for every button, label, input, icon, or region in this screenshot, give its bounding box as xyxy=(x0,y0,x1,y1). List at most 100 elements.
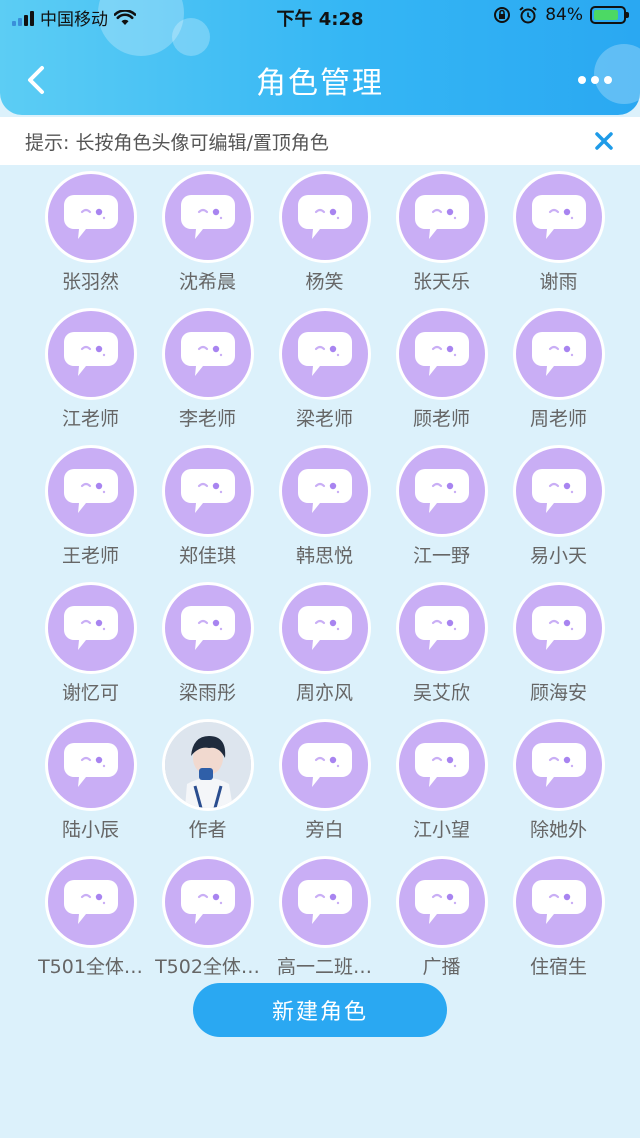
role-avatar[interactable] xyxy=(395,719,488,811)
role-avatar[interactable] xyxy=(161,308,254,400)
role-avatar[interactable] xyxy=(278,171,371,263)
role-avatar[interactable] xyxy=(512,171,605,263)
role-item[interactable]: 梁雨彤 xyxy=(149,579,266,716)
role-avatar[interactable] xyxy=(44,308,137,400)
role-name: 住宿生 xyxy=(529,956,587,978)
tip-banner: 提示: 长按角色头像可编辑/置顶角色 xyxy=(0,117,640,165)
role-name: 郑佳琪 xyxy=(178,545,236,567)
role-item[interactable]: 旁白 xyxy=(266,716,383,853)
role-item[interactable]: 顾老师 xyxy=(383,305,500,442)
role-avatar[interactable] xyxy=(44,582,137,674)
role-avatar[interactable] xyxy=(44,719,137,811)
role-item[interactable]: 高一二班… xyxy=(266,853,383,990)
role-item[interactable]: 沈希晨 xyxy=(149,168,266,305)
chat-bubble-icon xyxy=(531,332,586,376)
role-avatar[interactable] xyxy=(512,308,605,400)
battery-icon xyxy=(590,6,629,24)
role-item[interactable]: 除她外 xyxy=(500,716,617,853)
role-item[interactable]: 梁老师 xyxy=(266,305,383,442)
role-avatar[interactable] xyxy=(278,856,371,948)
role-item[interactable]: 王老师 xyxy=(32,442,149,579)
role-name: 周老师 xyxy=(529,408,587,430)
role-name: 张天乐 xyxy=(412,271,470,293)
role-avatar[interactable] xyxy=(512,582,605,674)
role-item[interactable]: 陆小辰 xyxy=(32,716,149,853)
role-item[interactable]: T501全体… xyxy=(32,853,149,990)
role-avatar[interactable] xyxy=(278,308,371,400)
role-avatar[interactable] xyxy=(278,719,371,811)
role-avatar[interactable] xyxy=(161,582,254,674)
chat-bubble-icon xyxy=(297,743,352,787)
role-avatar[interactable] xyxy=(278,582,371,674)
role-avatar[interactable] xyxy=(395,582,488,674)
chat-bubble-icon xyxy=(63,880,118,924)
role-avatar[interactable] xyxy=(395,445,488,537)
role-item[interactable]: 广播 xyxy=(383,853,500,990)
role-name: 周亦风 xyxy=(295,682,353,704)
role-avatar[interactable] xyxy=(44,445,137,537)
role-name: 梁老师 xyxy=(295,408,353,430)
role-item[interactable]: 易小天 xyxy=(500,442,617,579)
chat-bubble-icon xyxy=(297,332,352,376)
role-avatar[interactable] xyxy=(161,445,254,537)
role-item[interactable]: 顾海安 xyxy=(500,579,617,716)
role-item[interactable]: 住宿生 xyxy=(500,853,617,990)
role-name: 江老师 xyxy=(61,408,119,430)
role-name: 旁白 xyxy=(305,819,344,841)
role-name: 江小望 xyxy=(412,819,470,841)
author-photo xyxy=(164,722,251,808)
role-name: 作者 xyxy=(188,819,227,841)
role-item[interactable]: T502全体… xyxy=(149,853,266,990)
role-item[interactable]: 江小望 xyxy=(383,716,500,853)
chat-bubble-icon xyxy=(531,469,586,513)
role-avatar[interactable] xyxy=(161,171,254,263)
role-item[interactable]: 谢忆可 xyxy=(32,579,149,716)
role-item[interactable]: 作者 xyxy=(149,716,266,853)
role-item[interactable]: 江老师 xyxy=(32,305,149,442)
role-name: T501全体… xyxy=(38,956,143,978)
role-name: 杨笑 xyxy=(305,271,344,293)
more-options-icon[interactable] xyxy=(578,70,618,90)
role-avatar[interactable] xyxy=(44,171,137,263)
new-role-button[interactable]: 新建角色 xyxy=(193,983,447,1037)
chat-bubble-icon xyxy=(531,880,586,924)
role-avatar[interactable] xyxy=(161,719,254,811)
role-name: T502全体… xyxy=(155,956,260,978)
role-item[interactable]: 周亦风 xyxy=(266,579,383,716)
role-grid: 张羽然 沈希晨 杨笑 张天乐 谢雨 江老师 李老师 梁老师 顾老师 周老师 王老… xyxy=(32,168,618,990)
chat-bubble-icon xyxy=(180,332,235,376)
role-avatar[interactable] xyxy=(512,856,605,948)
role-avatar[interactable] xyxy=(44,856,137,948)
role-item[interactable]: 郑佳琪 xyxy=(149,442,266,579)
role-item[interactable]: 谢雨 xyxy=(500,168,617,305)
role-name: 吴艾欣 xyxy=(412,682,470,704)
role-avatar[interactable] xyxy=(395,856,488,948)
role-name: 广播 xyxy=(422,956,461,978)
role-name: 谢雨 xyxy=(539,271,578,293)
role-item[interactable]: 周老师 xyxy=(500,305,617,442)
role-avatar[interactable] xyxy=(512,445,605,537)
role-avatar[interactable] xyxy=(161,856,254,948)
role-item[interactable]: 吴艾欣 xyxy=(383,579,500,716)
role-item[interactable]: 杨笑 xyxy=(266,168,383,305)
role-avatar[interactable] xyxy=(278,445,371,537)
role-name: 王老师 xyxy=(61,545,119,567)
role-item[interactable]: 韩思悦 xyxy=(266,442,383,579)
chat-bubble-icon xyxy=(180,880,235,924)
role-avatar[interactable] xyxy=(512,719,605,811)
role-item[interactable]: 张天乐 xyxy=(383,168,500,305)
chat-bubble-icon xyxy=(297,469,352,513)
chat-bubble-icon xyxy=(63,195,118,239)
role-name: 沈希晨 xyxy=(178,271,236,293)
role-item[interactable]: 李老师 xyxy=(149,305,266,442)
chat-bubble-icon xyxy=(63,469,118,513)
header: 中国移动 下午 4:28 84% 角色管理 xyxy=(0,0,640,115)
role-item[interactable]: 江一野 xyxy=(383,442,500,579)
role-avatar[interactable] xyxy=(395,171,488,263)
close-icon[interactable] xyxy=(592,129,616,153)
role-name: 除她外 xyxy=(529,819,587,841)
role-avatar[interactable] xyxy=(395,308,488,400)
role-item[interactable]: 张羽然 xyxy=(32,168,149,305)
alarm-icon xyxy=(519,6,537,24)
chat-bubble-icon xyxy=(63,332,118,376)
